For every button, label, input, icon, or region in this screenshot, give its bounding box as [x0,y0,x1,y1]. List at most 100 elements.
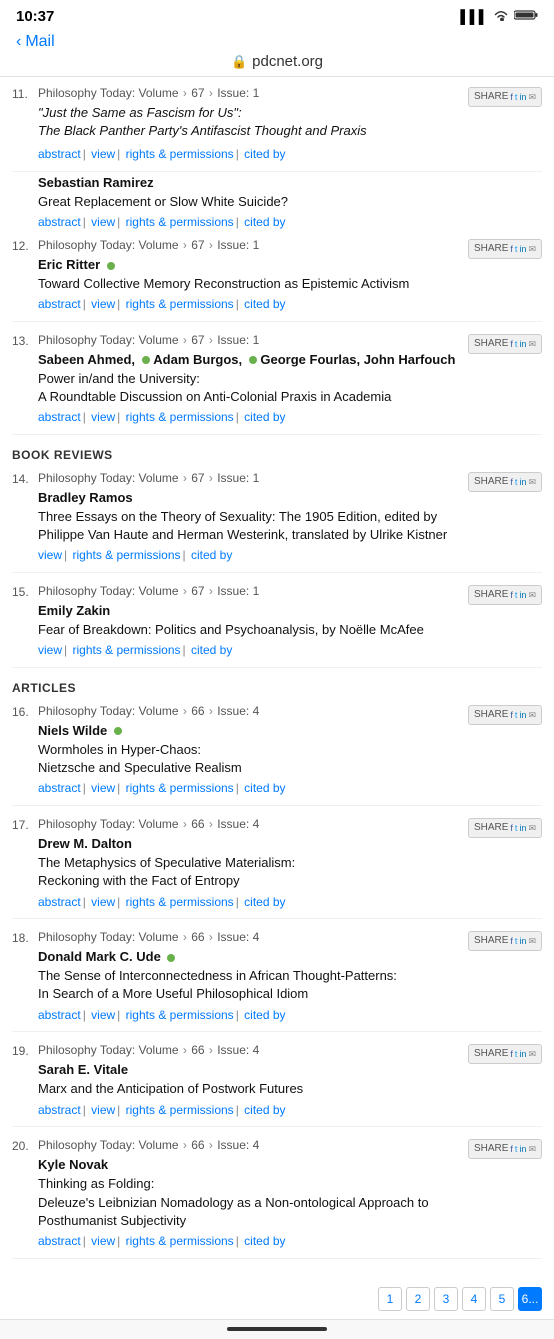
abstract-link[interactable]: abstract [38,147,81,161]
article-links[interactable]: abstract| view| rights & permissions| ci… [38,146,462,163]
share-button[interactable]: SHARE f t in ✉ [468,85,542,163]
page-2-button[interactable]: 2 [406,1287,430,1311]
home-indicator[interactable] [227,1327,327,1331]
rights-link[interactable]: rights & permissions [126,297,234,311]
article-author: Kyle Novak [38,1156,462,1174]
cited-link[interactable]: cited by [244,1234,285,1248]
facebook-icon: f [510,935,513,948]
section-book-reviews: Book Reviews [12,445,542,466]
article-author: Eric Ritter [38,256,462,274]
abstract-link[interactable]: abstract [38,895,81,909]
article-item-17: 17. Philosophy Today: Volume › 66 › Issu… [12,816,542,919]
rights-link[interactable]: rights & permissions [72,548,180,562]
page-4-button[interactable]: 4 [462,1287,486,1311]
article-body: Philosophy Today: Volume › 66 › Issue: 4… [38,1042,462,1118]
share-icons: f t in ✉ [510,1048,536,1061]
article-links[interactable]: abstract| view| rights & permissions| ci… [38,1007,462,1024]
share-button[interactable]: SHARE f t in ✉ [468,470,542,564]
rights-link[interactable]: rights & permissions [126,895,234,909]
article-links[interactable]: abstract| view| rights & permissions| ci… [38,894,462,911]
article-links[interactable]: abstract| view| rights & permissions| ci… [38,296,462,313]
view-link[interactable]: view [91,895,115,909]
email-icon: ✉ [528,1048,536,1061]
linkedin-icon: in [519,338,526,351]
article-links[interactable]: abstract| view| rights & permissions| ci… [38,409,462,426]
view-link[interactable]: view [91,1103,115,1117]
status-bar: 10:37 ▌▌▌ [0,0,554,29]
view-link[interactable]: view [91,1008,115,1022]
page-3-button[interactable]: 3 [434,1287,458,1311]
page-6-button[interactable]: 6... [518,1287,542,1311]
article-number: 19. [12,1042,38,1118]
view-link[interactable]: view [91,410,115,424]
back-button[interactable]: ‹ Mail [16,33,55,51]
cited-link[interactable]: cited by [244,410,285,424]
article-body: Philosophy Today: Volume › 67 › Issue: 1… [38,470,462,564]
battery-icon [514,9,538,24]
rights-link[interactable]: rights & permissions [126,1234,234,1248]
cited-link[interactable]: cited by [244,1008,285,1022]
cited-link[interactable]: cited by [244,297,285,311]
rights-link[interactable]: rights & permissions [126,147,234,161]
share-icons: f t in ✉ [510,1143,536,1156]
article-links[interactable]: view| rights & permissions| cited by [38,547,462,564]
share-icons: f t in ✉ [510,709,536,722]
signal-icon: ▌▌▌ [460,9,488,24]
view-link[interactable]: view [91,147,115,161]
cited-link[interactable]: cited by [244,781,285,795]
abstract-link[interactable]: abstract [38,1234,81,1248]
abstract-link[interactable]: abstract [38,781,81,795]
cited-link[interactable]: cited by [191,548,232,562]
article-links[interactable]: abstract| view| rights & permissions| ci… [38,780,462,797]
linkedin-icon: in [519,822,526,835]
email-icon: ✉ [528,935,536,948]
share-button[interactable]: SHARE f t in ✉ [468,929,542,1023]
abstract-link[interactable]: abstract [38,410,81,424]
cited-link[interactable]: cited by [191,643,232,657]
site-title: pdcnet.org [252,53,323,70]
abstract-link[interactable]: abstract [38,1103,81,1117]
article-links-2[interactable]: abstract| view| rights & permissions| ci… [38,214,542,231]
share-button[interactable]: SHARE f t in ✉ [468,703,542,797]
share-button[interactable]: SHARE f t in ✉ [468,1137,542,1249]
article-links[interactable]: abstract| view| rights & permissions| ci… [38,1233,462,1250]
share-button[interactable]: SHARE f t in ✉ [468,332,542,426]
rights-link[interactable]: rights & permissions [126,215,234,229]
cited-link[interactable]: cited by [244,147,285,161]
rights-link[interactable]: rights & permissions [126,1008,234,1022]
rights-link[interactable]: rights & permissions [126,1103,234,1117]
rights-link[interactable]: rights & permissions [126,781,234,795]
linkedin-icon: in [519,1048,526,1061]
page-5-button[interactable]: 5 [490,1287,514,1311]
article-meta: Philosophy Today: Volume › 67 › Issue: 1 [38,583,462,600]
page-1-button[interactable]: 1 [378,1287,402,1311]
share-button[interactable]: SHARE f t in ✉ [468,1042,542,1118]
view-link[interactable]: view [91,1234,115,1248]
cited-link[interactable]: cited by [244,1103,285,1117]
share-button[interactable]: SHARE f t in ✉ [468,237,542,313]
article-intro: "Just the Same as Fascism for Us": The B… [38,104,462,140]
cited-link[interactable]: cited by [244,215,285,229]
share-label: SHARE [474,708,508,722]
bottom-bar [0,1319,554,1339]
share-button[interactable]: SHARE f t in ✉ [468,583,542,659]
linkedin-icon: in [519,1143,526,1156]
view-link[interactable]: view [38,548,62,562]
view-link[interactable]: view [91,297,115,311]
article-links[interactable]: abstract| view| rights & permissions| ci… [38,1102,462,1119]
share-label: SHARE [474,337,508,351]
view-link[interactable]: view [91,781,115,795]
article-item-15: 15. Philosophy Today: Volume › 67 › Issu… [12,583,542,668]
view-link[interactable]: view [91,215,115,229]
abstract-link[interactable]: abstract [38,1008,81,1022]
author-dot-2 [249,356,257,364]
article-links[interactable]: view| rights & permissions| cited by [38,642,462,659]
cited-link[interactable]: cited by [244,895,285,909]
view-link[interactable]: view [38,643,62,657]
article-number: 14. [12,470,38,564]
rights-link[interactable]: rights & permissions [72,643,180,657]
abstract-link[interactable]: abstract [38,297,81,311]
rights-link[interactable]: rights & permissions [126,410,234,424]
share-button[interactable]: SHARE f t in ✉ [468,816,542,910]
abstract-link[interactable]: abstract [38,215,81,229]
